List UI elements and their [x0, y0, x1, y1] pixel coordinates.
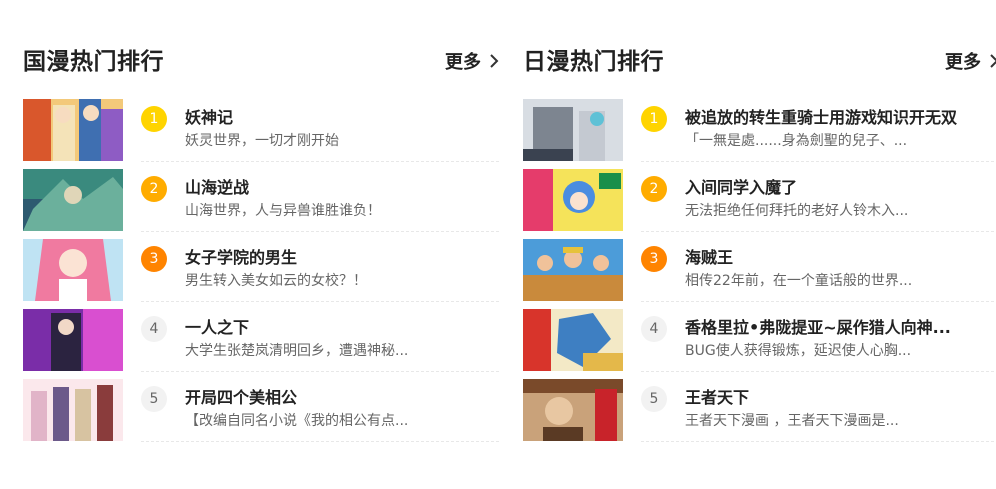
ranking-item[interactable]: 4 香格里拉•弗陇提亚~屎作猎人向神... BUG使人获得锻炼，延迟使人心胸..…	[523, 308, 996, 378]
guoman-ranking-panel: 国漫热门排行 更多 1 妖神记 妖灵世界，一切才刚开始 2 山海逆战 山海世界，…	[23, 38, 499, 448]
divider	[141, 301, 499, 302]
comic-description: 【改编自同名小说《我的相公有点...	[185, 413, 409, 429]
panel-title: 国漫热门排行	[23, 49, 164, 75]
comic-description: 妖灵世界，一切才刚开始	[185, 133, 339, 149]
comic-description: 王者天下漫画 ，王者天下漫画是...	[685, 413, 899, 429]
cover-image[interactable]	[23, 239, 123, 301]
cover-image[interactable]	[23, 99, 123, 161]
divider	[141, 231, 499, 232]
comic-description: 男生转入美女如云的女校？！	[185, 273, 367, 289]
rankings-page: 国漫热门排行 更多 1 妖神记 妖灵世界，一切才刚开始 2 山海逆战 山海世界，…	[0, 0, 996, 489]
ranking-item[interactable]: 5 王者天下 王者天下漫画 ，王者天下漫画是...	[523, 378, 996, 448]
comic-description: BUG使人获得锻炼，延迟使人心胸...	[685, 343, 912, 359]
comic-title[interactable]: 海贼王	[685, 244, 995, 268]
chevron-right-icon	[490, 54, 499, 68]
panel-header: 国漫热门排行 更多	[23, 38, 499, 82]
cover-image[interactable]	[23, 379, 123, 441]
divider	[141, 161, 499, 162]
ranking-item[interactable]: 3 女子学院的男生 男生转入美女如云的女校？！	[23, 238, 499, 308]
cover-image[interactable]	[523, 239, 623, 301]
divider	[641, 371, 996, 372]
ranking-list: 1 被追放的转生重骑士用游戏知识开无双 「一無是處......身為劍聖的兒子、.…	[523, 98, 996, 448]
ranking-item[interactable]: 1 被追放的转生重骑士用游戏知识开无双 「一無是處......身為劍聖的兒子、.…	[523, 98, 996, 168]
ranking-item[interactable]: 2 入间同学入魔了 无法拒绝任何拜托的老好人铃木入...	[523, 168, 996, 238]
ranking-list: 1 妖神记 妖灵世界，一切才刚开始 2 山海逆战 山海世界，人与异兽谁胜谁负！ …	[23, 98, 499, 448]
cover-image[interactable]	[523, 169, 623, 231]
rank-badge: 5	[141, 386, 167, 412]
divider	[141, 371, 499, 372]
cover-image[interactable]	[523, 309, 623, 371]
cover-image[interactable]	[523, 379, 623, 441]
comic-title[interactable]: 一人之下	[185, 314, 495, 338]
more-label: 更多	[945, 52, 981, 73]
rank-badge: 2	[641, 176, 667, 202]
rank-badge: 4	[641, 316, 667, 342]
ranking-item[interactable]: 5 开局四个美相公 【改编自同名小说《我的相公有点...	[23, 378, 499, 448]
more-label: 更多	[445, 52, 481, 73]
divider	[641, 161, 996, 162]
rank-badge: 3	[141, 246, 167, 272]
ranking-item[interactable]: 3 海贼王 相传22年前，在一个童话般的世界...	[523, 238, 996, 308]
comic-title[interactable]: 王者天下	[685, 384, 995, 408]
comic-title[interactable]: 被追放的转生重骑士用游戏知识开无双	[685, 104, 995, 128]
comic-title[interactable]: 女子学院的男生	[185, 244, 495, 268]
ranking-item[interactable]: 4 一人之下 大学生张楚岚清明回乡，遭遇神秘...	[23, 308, 499, 378]
cover-image[interactable]	[23, 169, 123, 231]
panel-header: 日漫热门排行 更多	[523, 38, 996, 82]
rank-badge: 1	[641, 106, 667, 132]
cover-image[interactable]	[23, 309, 123, 371]
ranking-item[interactable]: 1 妖神记 妖灵世界，一切才刚开始	[23, 98, 499, 168]
comic-title[interactable]: 妖神记	[185, 104, 495, 128]
rank-badge: 1	[141, 106, 167, 132]
comic-title[interactable]: 香格里拉•弗陇提亚~屎作猎人向神...	[685, 314, 995, 338]
comic-description: 大学生张楚岚清明回乡，遭遇神秘...	[185, 343, 409, 359]
divider	[141, 441, 499, 442]
comic-title[interactable]: 入间同学入魔了	[685, 174, 995, 198]
riman-ranking-panel: 日漫热门排行 更多 1 被追放的转生重骑士用游戏知识开无双 「一無是處.....…	[523, 38, 996, 448]
more-link[interactable]: 更多	[945, 48, 996, 74]
cover-image[interactable]	[523, 99, 623, 161]
rank-badge: 5	[641, 386, 667, 412]
divider	[641, 441, 996, 442]
ranking-item[interactable]: 2 山海逆战 山海世界，人与异兽谁胜谁负！	[23, 168, 499, 238]
comic-description: 「一無是處......身為劍聖的兒子、...	[685, 133, 908, 149]
comic-title[interactable]: 山海逆战	[185, 174, 495, 198]
chevron-right-icon	[990, 54, 996, 68]
rank-badge: 3	[641, 246, 667, 272]
rank-badge: 2	[141, 176, 167, 202]
rank-badge: 4	[141, 316, 167, 342]
panel-title: 日漫热门排行	[523, 49, 664, 75]
more-link[interactable]: 更多	[445, 48, 499, 74]
comic-description: 相传22年前，在一个童话般的世界...	[685, 273, 913, 289]
divider	[641, 301, 996, 302]
comic-description: 无法拒绝任何拜托的老好人铃木入...	[685, 203, 909, 219]
comic-title[interactable]: 开局四个美相公	[185, 384, 495, 408]
comic-description: 山海世界，人与异兽谁胜谁负！	[185, 203, 381, 219]
divider	[641, 231, 996, 232]
